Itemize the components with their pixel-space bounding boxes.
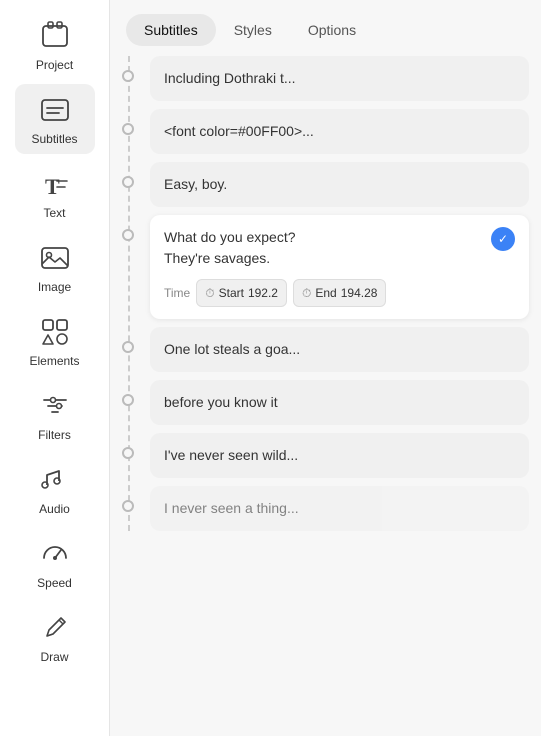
image-icon xyxy=(37,240,73,276)
active-card-content: ✓ What do you expect? What do you expect… xyxy=(164,227,515,307)
sidebar-item-image[interactable]: Image xyxy=(15,232,95,302)
sidebar-item-draw[interactable]: Draw xyxy=(15,602,95,672)
tab-subtitles[interactable]: Subtitles xyxy=(126,14,216,46)
subtitle-text: I never seen a thing... xyxy=(164,500,299,516)
sidebar-item-image-label: Image xyxy=(38,280,71,294)
subtitle-text: I've never seen wild... xyxy=(164,447,298,463)
elements-icon xyxy=(37,314,73,350)
clock-icon-end: ⏱ xyxy=(302,284,311,302)
timeline: Including Dothraki t... <font color=#00F… xyxy=(110,56,529,531)
subtitles-icon xyxy=(37,92,73,128)
list-item[interactable]: One lot steals a goa... xyxy=(150,327,529,372)
sidebar-item-text[interactable]: T Text xyxy=(15,158,95,228)
timeline-dot xyxy=(122,70,134,82)
sidebar-item-speed[interactable]: Speed xyxy=(15,528,95,598)
subtitle-card[interactable]: Easy, boy. xyxy=(150,162,529,207)
subtitle-text: One lot steals a goa... xyxy=(164,341,300,357)
sidebar-item-subtitles[interactable]: Subtitles xyxy=(15,84,95,154)
checkmark-icon: ✓ xyxy=(491,227,515,251)
tab-bar: Subtitles Styles Options xyxy=(110,0,541,46)
subtitle-card[interactable]: <font color=#00FF00>... xyxy=(150,109,529,154)
subtitle-card[interactable]: I've never seen wild... xyxy=(150,433,529,478)
time-label: Time xyxy=(164,284,190,302)
draw-icon xyxy=(37,610,73,646)
subtitle-text: <font color=#00FF00>... xyxy=(164,123,314,139)
subtitle-card[interactable]: I never seen a thing... xyxy=(150,486,529,531)
list-item[interactable]: I've never seen wild... xyxy=(150,433,529,478)
timeline-dot xyxy=(122,500,134,512)
timeline-dot xyxy=(122,229,134,241)
list-item-active[interactable]: ✓ What do you expect? What do you expect… xyxy=(150,215,529,319)
text-icon: T xyxy=(37,166,73,202)
sidebar-item-audio[interactable]: Audio xyxy=(15,454,95,524)
subtitle-list[interactable]: Including Dothraki t... <font color=#00F… xyxy=(110,46,541,736)
list-item[interactable]: I never seen a thing... xyxy=(150,486,529,531)
clock-icon: ⏱ xyxy=(205,284,214,302)
audio-icon xyxy=(37,462,73,498)
start-time-input[interactable]: ⏱ Start 192.2 xyxy=(196,279,287,307)
sidebar-item-draw-label: Draw xyxy=(40,650,68,664)
end-value: 194.28 xyxy=(341,284,378,302)
timeline-dot xyxy=(122,447,134,459)
list-item[interactable]: Easy, boy. xyxy=(150,162,529,207)
subtitle-card[interactable]: Including Dothraki t... xyxy=(150,56,529,101)
list-item[interactable]: <font color=#00FF00>... xyxy=(150,109,529,154)
subtitle-card-active[interactable]: ✓ What do you expect? What do you expect… xyxy=(150,215,529,319)
subtitle-card[interactable]: One lot steals a goa... xyxy=(150,327,529,372)
tab-options[interactable]: Options xyxy=(290,14,374,46)
timeline-dot xyxy=(122,341,134,353)
end-label: End xyxy=(315,284,336,302)
subtitle-text-line1: What do you expect? xyxy=(164,227,515,248)
sidebar-item-project-label: Project xyxy=(36,58,73,72)
sidebar-item-project[interactable]: Project xyxy=(15,10,95,80)
list-item[interactable]: Including Dothraki t... xyxy=(150,56,529,101)
filters-icon xyxy=(37,388,73,424)
subtitle-text-line2-visible: They're savages. xyxy=(164,248,515,269)
start-label: Start xyxy=(219,284,244,302)
project-icon xyxy=(37,18,73,54)
sidebar-item-elements-label: Elements xyxy=(29,354,79,368)
sidebar-item-filters[interactable]: Filters xyxy=(15,380,95,450)
sidebar-item-elements[interactable]: Elements xyxy=(15,306,95,376)
timeline-dot xyxy=(122,176,134,188)
speed-icon xyxy=(37,536,73,572)
sidebar-item-text-label: Text xyxy=(43,206,65,220)
time-controls: Time ⏱ Start 192.2 ⏱ End 194.28 xyxy=(164,279,515,307)
sidebar-item-audio-label: Audio xyxy=(39,502,70,516)
tab-styles[interactable]: Styles xyxy=(216,14,290,46)
sidebar-item-speed-label: Speed xyxy=(37,576,72,590)
subtitle-card[interactable]: before you know it xyxy=(150,380,529,425)
subtitle-text: Including Dothraki t... xyxy=(164,70,296,86)
subtitle-text: before you know it xyxy=(164,394,278,410)
subtitle-text: Easy, boy. xyxy=(164,176,227,192)
main-panel: Subtitles Styles Options Including Dothr… xyxy=(110,0,541,736)
sidebar-item-subtitles-label: Subtitles xyxy=(31,132,77,146)
list-item[interactable]: before you know it xyxy=(150,380,529,425)
timeline-dot xyxy=(122,394,134,406)
timeline-dot xyxy=(122,123,134,135)
sidebar-item-filters-label: Filters xyxy=(38,428,71,442)
end-time-input[interactable]: ⏱ End 194.28 xyxy=(293,279,386,307)
start-value: 192.2 xyxy=(248,284,278,302)
sidebar: Project Subtitles T Text xyxy=(0,0,110,736)
